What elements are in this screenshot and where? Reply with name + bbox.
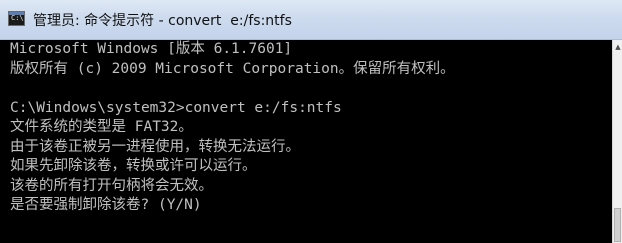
title-bar[interactable]: C:\ 管理员: 命令提示符 - convert e:/fs:ntfs xyxy=(0,0,622,40)
console-line-in-use: 由于该卷正被另一进程使用，转换无法运行。 xyxy=(10,138,300,155)
console-line-copyright: 版权所有 (c) 2009 Microsoft Corporation。保留所有… xyxy=(10,60,455,77)
cmd-icon[interactable]: C:\ xyxy=(8,11,25,26)
cmd-icon-bar xyxy=(9,12,24,15)
cmd-icon-text: C:\ xyxy=(11,14,24,22)
console-window: C:\ 管理员: 命令提示符 - convert e:/fs:ntfs Micr… xyxy=(0,0,622,243)
console-line-dismount-hint: 如果先卸除该卷，转换或许可以运行。 xyxy=(10,158,257,174)
console-output[interactable]: Microsoft Windows [版本 6.1.7601] 版权所有 (c)… xyxy=(0,40,612,243)
window-title: 管理员: 命令提示符 - convert e:/fs:ntfs xyxy=(33,13,292,29)
console-line-version: Microsoft Windows [版本 6.1.7601] xyxy=(10,41,293,57)
console-line-fstype: 文件系统的类型是 FAT32。 xyxy=(10,119,193,135)
scrollbar-thumb[interactable] xyxy=(614,208,621,242)
console-line-blank xyxy=(10,79,612,99)
chevron-up-icon[interactable]: ▲ xyxy=(613,40,622,54)
vertical-scrollbar[interactable]: ▲ xyxy=(612,40,622,243)
console-line-prompt[interactable]: 是否要强制卸除该卷? (Y/N) xyxy=(10,196,612,216)
console-line-command: C:\Windows\system32>convert e:/fs:ntfs xyxy=(10,99,342,116)
console-line-handles-invalid: 该卷的所有打开句柄将会无效。 xyxy=(10,177,213,194)
